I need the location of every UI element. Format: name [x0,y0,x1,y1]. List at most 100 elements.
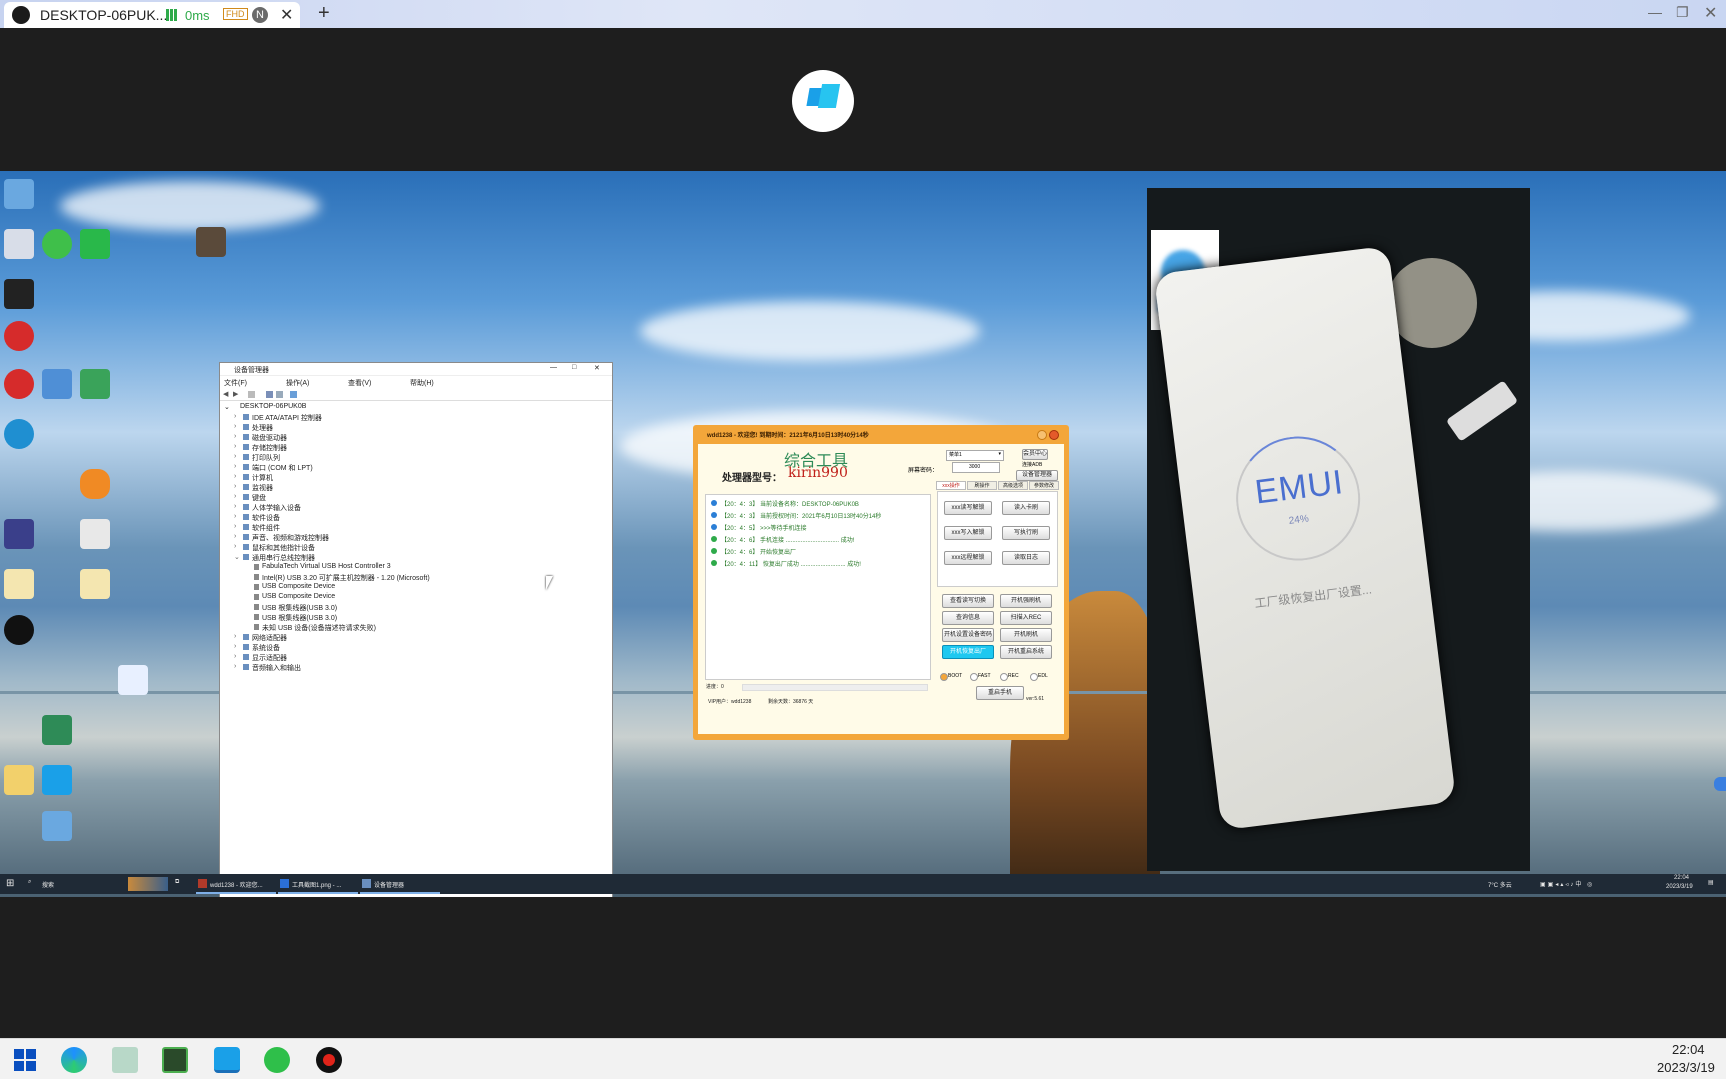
tree-category[interactable]: 端口 (COM 和 LPT) [252,463,313,473]
desktop-app-icon[interactable] [4,229,34,259]
tree-expand-icon[interactable]: › [234,523,236,530]
tree-expand-icon[interactable]: › [234,443,236,450]
tray-icons[interactable]: ▣▣◂▴◃♪中 ◎ [1540,879,1594,888]
tree-usb-device[interactable]: FabulaTech Virtual USB Host Controller 3 [262,563,391,570]
network-tool-icon[interactable] [112,1047,138,1073]
tree-category[interactable]: 音频输入和输出 [252,663,301,673]
tool-action-button[interactable]: 扫描入REC [1000,611,1052,625]
comprehensive-tool-window[interactable]: wdd1238 - 欢迎您! 到期时间：2121年6月10日13时40分14秒 … [693,425,1069,740]
tool-action-button[interactable]: 开机强刷机 [1000,594,1052,608]
notification-icon[interactable]: ▤ [1708,879,1714,886]
edge-icon[interactable] [61,1047,87,1073]
file2-desktop-icon[interactable] [80,569,110,599]
tree-expand-icon[interactable]: › [234,463,236,470]
monitor2-desktop-icon[interactable] [42,811,72,841]
tab-0[interactable]: xxx操作 [936,481,966,490]
scan-icon[interactable] [276,391,283,398]
tree-category[interactable]: 存储控制器 [252,443,287,453]
help-icon[interactable] [266,391,273,398]
panel-action-button[interactable]: xxx读写解锁 [944,501,992,515]
remote-desktop[interactable]: 设备管理器 — □ ✕ 文件(F) 操作(A) 查看(V) 帮助(H) ◀ ▶ ⌄ DE… [0,171,1726,897]
tool-action-button[interactable]: 开机重启系统 [1000,645,1052,659]
tool-action-button[interactable]: 查询信息 [942,611,994,625]
wechat-icon[interactable] [264,1047,290,1073]
edge-desktop-icon[interactable] [4,419,34,449]
remote-search-icon[interactable]: ⌕ [28,879,31,886]
tool-action-button[interactable]: 开机刷机 [1000,628,1052,642]
huawei-tool2-icon[interactable] [4,369,34,399]
profile-avatar[interactable]: N [252,7,268,23]
quality-badge[interactable]: FHD [223,8,248,20]
tree-category[interactable]: 声音、视频和游戏控制器 [252,533,329,543]
tree-category[interactable]: 鼠标和其他指针设备 [252,543,315,553]
panel-action-button[interactable]: 写执行刷 [1002,526,1050,540]
tool-action-button[interactable]: 开机恢复出厂 [942,645,994,659]
remote-session-tab[interactable]: DESKTOP-06PUK... 0ms FHD N ✕ [4,2,300,28]
panel-action-button[interactable]: xxx写入解锁 [944,526,992,540]
tree-expand-icon[interactable]: › [234,423,236,430]
green-arrow-icon[interactable] [42,715,72,745]
tree-category[interactable]: 网络适配器 [252,633,287,643]
green-tool-icon[interactable] [80,369,110,399]
tool-action-button[interactable]: 开机设置设备密码 [942,628,994,642]
doc2-desktop-icon[interactable] [118,665,148,695]
monitor-icon[interactable] [290,391,297,398]
tree-expand-icon[interactable]: › [234,473,236,480]
tree-category[interactable]: 人体学输入设备 [252,503,301,513]
device-manager-button[interactable]: 设备管理器 [1016,470,1058,481]
tree-category[interactable]: 显示适配器 [252,653,287,663]
close-tab-icon[interactable]: ✕ [280,5,293,25]
file-desktop-icon[interactable] [4,569,34,599]
device-tree[interactable]: ⌄ DESKTOP-06PUK0B › IDE ATA/ATAPI 控制器 › 处理器 › 磁… [220,403,612,897]
tree-expand-icon[interactable]: › [234,633,236,640]
tree-category[interactable]: 处理器 [252,423,273,433]
mode-radio[interactable] [940,673,948,681]
huawei-tool-icon[interactable] [4,321,34,351]
remote-taskbar-app[interactable]: wdd1238 - 欢迎您... [196,874,276,894]
remote-taskbar-app[interactable]: 设备管理器 [360,874,440,894]
tree-category[interactable]: 计算机 [252,473,273,483]
this-pc-icon[interactable] [4,179,34,209]
mode-radio[interactable] [970,673,978,681]
remote-client-logo-icon[interactable] [792,70,854,132]
back-icon[interactable]: ◀ [223,390,228,398]
tree-category[interactable]: 键盘 [252,493,266,503]
tree-usb-device[interactable]: USB Composite Device [262,583,335,590]
usb-tool-icon[interactable] [80,519,110,549]
maximize-icon[interactable]: ❐ [1676,4,1689,21]
tree-expand-icon[interactable]: › [234,503,236,510]
dm-menu-item[interactable]: 操作(A) [286,378,309,388]
side-panel-toggle-icon[interactable] [1714,777,1726,791]
new-tab-button[interactable]: + [318,2,330,25]
tab-2[interactable]: 高级选项 [998,481,1028,490]
tool-min-icon[interactable] [1037,430,1047,440]
tree-expand-icon[interactable]: › [234,663,236,670]
tree-usb-device[interactable]: USB 根集线器(USB 3.0) [262,613,337,623]
app-tool-icon[interactable] [4,519,34,549]
dm-expand-icon[interactable]: ⌄ [224,403,230,411]
tree-expand-icon[interactable]: › [234,453,236,460]
key-input[interactable]: 3000 [952,462,1000,473]
signal-app-icon[interactable] [80,469,110,499]
reboot-phone-button[interactable]: 重启手机 [976,686,1024,700]
tree-usb-device[interactable]: 未知 USB 设备(设备描述符请求失败) [262,623,376,633]
logitech-desktop-icon[interactable] [4,615,34,645]
tree-expand-icon[interactable]: › [234,543,236,550]
weather-widget[interactable]: 7°C 多云 [1488,880,1512,889]
folder-desktop-icon[interactable] [4,765,34,795]
tree-category[interactable]: 通用串行总线控制器 [252,553,315,563]
phone-camera-view[interactable]: EMUI 24% 工厂级恢复出厂设置... [1147,188,1530,871]
tree-expand-icon[interactable]: › [234,653,236,660]
tree-category[interactable]: 磁盘驱动器 [252,433,287,443]
forward-icon[interactable]: ▶ [233,390,238,398]
panel-action-button[interactable]: 读入卡刷 [1002,501,1050,515]
tree-expand-icon[interactable]: › [234,433,236,440]
tab-1[interactable]: 刷操作 [967,481,997,490]
windows-start-icon[interactable] [12,1047,38,1073]
tree-category[interactable]: 打印队列 [252,453,280,463]
minimize-icon[interactable]: — [1648,4,1662,20]
tree-usb-device[interactable]: USB Composite Device [262,593,335,600]
tree-expand-icon[interactable]: › [234,413,236,420]
dm-maximize-icon[interactable]: □ [572,364,576,371]
menu-dropdown[interactable]: 菜单1 ▾ [946,450,1004,461]
